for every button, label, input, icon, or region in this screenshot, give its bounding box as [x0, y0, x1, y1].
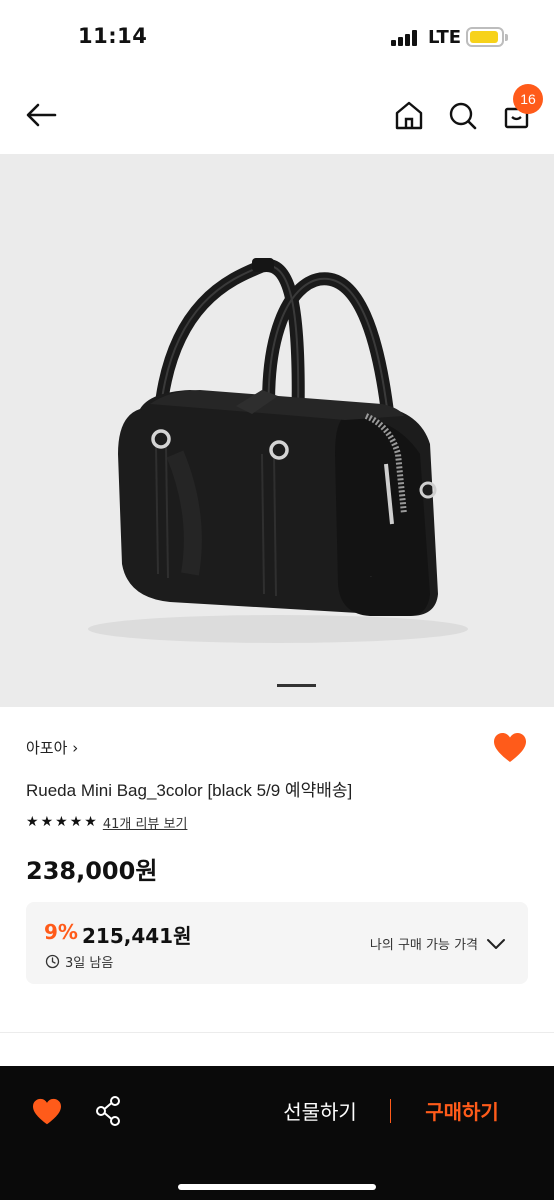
cart-count-badge: 16 — [513, 84, 543, 114]
back-button[interactable] — [22, 96, 62, 136]
star-rating: ★ ★ ★ ★ ★ — [26, 814, 97, 830]
clock-icon — [45, 954, 60, 969]
home-indicator — [178, 1184, 376, 1190]
time-left-label: 3일 남음 — [65, 956, 114, 971]
heart-icon — [33, 1098, 61, 1125]
bottom-action-bar: 선물하기 구매하기 — [0, 1066, 554, 1200]
wishlist-button[interactable] — [493, 732, 527, 764]
svg-text:·: · — [370, 574, 372, 581]
share-button[interactable] — [95, 1095, 123, 1127]
gift-button[interactable]: 선물하기 — [262, 1096, 378, 1128]
carousel-indicator — [277, 684, 316, 687]
battery-icon — [466, 27, 508, 47]
brand-name: 아포아 — [26, 739, 68, 757]
top-nav — [0, 76, 554, 154]
time-left: 3일 남음 — [45, 952, 113, 971]
signal-icon — [391, 30, 419, 46]
rating-row: ★ ★ ★ ★ ★ 41개 리뷰 보기 — [26, 812, 187, 832]
benefit-price-box[interactable]: 9% 215,441원 3일 남음 나의 구매 가능 가격 — [26, 902, 528, 984]
search-button[interactable] — [444, 96, 482, 136]
buy-button[interactable]: 구매하기 — [406, 1096, 518, 1128]
home-button[interactable] — [390, 96, 428, 136]
button-divider — [390, 1099, 391, 1123]
star-icon: ★ — [26, 814, 39, 830]
share-icon — [96, 1096, 120, 1126]
product-image[interactable]: · — [0, 154, 554, 707]
arrow-left-icon — [26, 103, 57, 127]
review-link[interactable]: 41개 리뷰 보기 — [103, 813, 188, 832]
search-icon — [449, 102, 477, 130]
home-icon — [395, 101, 423, 130]
chevron-right-icon: › — [72, 739, 79, 757]
my-price-toggle[interactable]: 나의 구매 가능 가격 — [370, 934, 506, 953]
status-time: 11:14 — [78, 24, 148, 48]
discounted-price: 215,441원 — [82, 924, 192, 948]
my-price-label: 나의 구매 가능 가격 — [369, 938, 478, 953]
product-name: Rueda Mini Bag_3color [black 5/9 예약배송] — [26, 781, 353, 800]
network-label: LTE — [428, 27, 462, 48]
bottom-wishlist-button[interactable] — [32, 1098, 62, 1126]
star-icon: ★ — [84, 814, 97, 830]
section-divider — [0, 1032, 554, 1033]
heart-icon — [494, 733, 526, 762]
star-icon: ★ — [40, 814, 54, 830]
product-price: 238,000원 — [26, 857, 158, 885]
star-icon: ★ — [55, 814, 68, 830]
brand-link[interactable]: 아포아 › — [26, 737, 78, 758]
star-icon: ★ — [69, 814, 83, 830]
chevron-down-icon — [487, 938, 505, 949]
bag-photo: · — [88, 258, 468, 643]
discount-rate: 9% — [44, 920, 78, 944]
status-bar: 11:14 LTE — [0, 0, 554, 76]
